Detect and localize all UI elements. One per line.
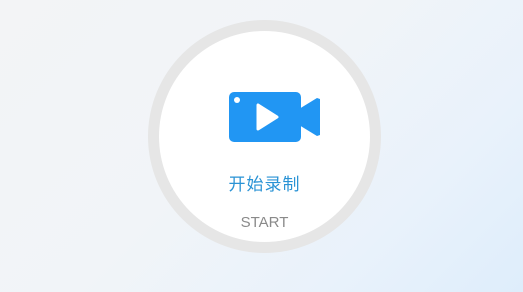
start-label: START xyxy=(240,214,289,231)
record-widget: 开始录制 START xyxy=(148,20,381,253)
video-camera-icon xyxy=(229,92,320,142)
start-record-label: 开始录制 xyxy=(228,175,301,195)
start-record-button[interactable]: 开始录制 START xyxy=(159,31,370,242)
